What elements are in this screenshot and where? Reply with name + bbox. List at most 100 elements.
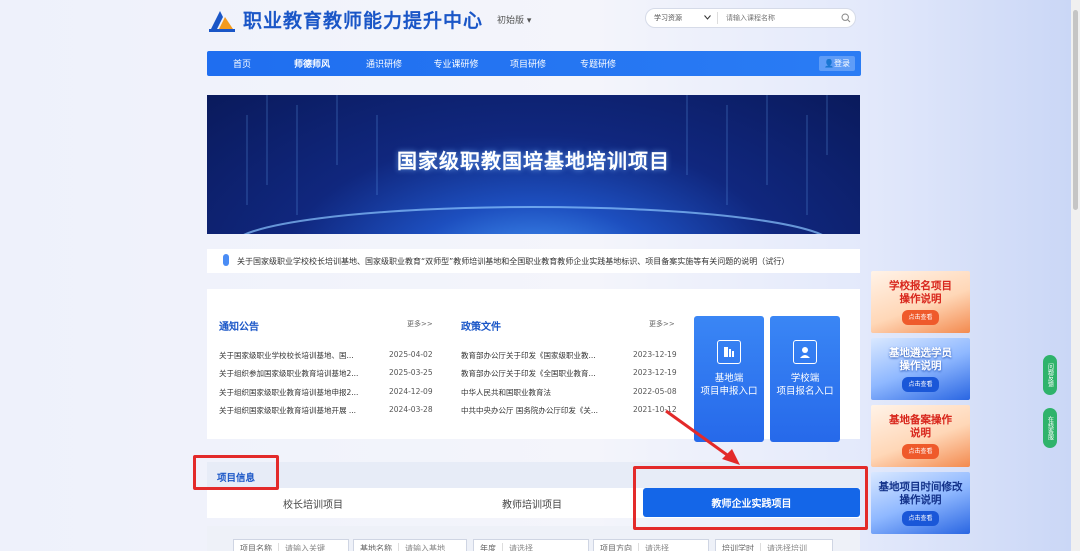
- entry-line2: 项目报名入口: [776, 386, 834, 397]
- base-name-filter[interactable]: 基地名称 请输入基地: [353, 539, 467, 551]
- promo-base-select-guide[interactable]: 基地遴选学员 操作说明 点击查看: [871, 338, 970, 400]
- login-label: 登录: [834, 59, 850, 68]
- promo-base-filing-guide[interactable]: 基地备案操作 说明 点击查看: [871, 405, 970, 467]
- user-icon: 👤: [824, 59, 834, 68]
- nav-item-special[interactable]: 专题研修: [565, 57, 631, 70]
- speaker-icon: [221, 253, 231, 269]
- notices-title: 通知公告: [219, 322, 259, 333]
- news-date: 2024-03-28: [389, 405, 433, 414]
- filter-label: 培训学时: [716, 542, 761, 551]
- list-item[interactable]: 关于组织国家级职业教育培训基地申报2... 2024-12-09: [219, 387, 433, 398]
- notice-bar[interactable]: 关于国家级职业学校校长培训基地、国家级职业教育“双师型”教师培训基地和全国职业教…: [207, 249, 860, 273]
- annotation-arrow: [665, 409, 740, 465]
- nav-item-project[interactable]: 项目研修: [491, 57, 565, 70]
- list-item[interactable]: 关于组织国家级职业教育培训基地开展 ... 2024-03-28: [219, 405, 433, 416]
- news-date: 2024-12-09: [389, 387, 433, 396]
- online-service-button[interactable]: 在线客服: [1043, 408, 1057, 448]
- entry-line2: 项目申报入口: [700, 386, 758, 397]
- news-title: 关于组织国家级职业教育培训基地开展 ...: [219, 406, 357, 415]
- list-item[interactable]: 关于国家级职业学校校长培训基地、国... 2025-04-02: [219, 350, 433, 361]
- news-date: 2025-03-25: [389, 368, 433, 377]
- direction-filter[interactable]: 项目方向 请选择: [593, 539, 709, 551]
- filter-value: 请输入基地: [405, 543, 445, 551]
- list-item[interactable]: 中共中央办公厅 国务院办公厅印发《关... 2021-10-12: [461, 405, 677, 416]
- news-date: 2022-05-08: [633, 387, 677, 396]
- list-item[interactable]: 教育部办公厅关于印发《国家级职业教... 2023-12-19: [461, 350, 677, 361]
- promo-time-modify-guide[interactable]: 基地项目时间修改 操作说明 点击查看: [871, 472, 970, 534]
- project-name-filter[interactable]: 项目名称 请输入关键: [233, 539, 349, 551]
- page: 职业教育教师能力提升中心 初始版 ▾ 学习资源 首页 师德师风 通识研修 专业课…: [0, 0, 1080, 551]
- nav-item-general[interactable]: 通识研修: [347, 57, 421, 70]
- hero-banner[interactable]: 国家级职教国培基地培训项目: [207, 95, 860, 234]
- notice-text: 关于国家级职业学校校长培训基地、国家级职业教育“双师型”教师培训基地和全国职业教…: [237, 256, 790, 266]
- promo-view-button[interactable]: 点击查看: [902, 376, 939, 392]
- search-type-label: 学习资源: [654, 14, 682, 22]
- promo-line2: 操作说明: [899, 359, 942, 372]
- site-logo[interactable]: 职业教育教师能力提升中心 初始版 ▾: [207, 6, 531, 33]
- feedback-label: 问题反馈: [1046, 363, 1054, 387]
- news-title: 关于组织国家级职业教育培训基地申报2...: [219, 388, 359, 397]
- nav-item-professional[interactable]: 专业课研修: [421, 57, 491, 70]
- school-signup-entry-button[interactable]: 学校端 项目报名入口: [770, 316, 840, 442]
- list-item[interactable]: 教育部办公厅关于印发《全国职业教育... 2023-12-19: [461, 368, 677, 379]
- login-button[interactable]: 👤登录: [819, 56, 855, 71]
- filter-value: 请选择: [645, 543, 669, 551]
- news-date: 2023-12-19: [633, 350, 677, 359]
- chevron-down-icon: [704, 14, 711, 22]
- promo-line2: 说明: [910, 426, 931, 439]
- filter-value: 请选择培训: [767, 543, 807, 551]
- news-title: 教育部办公厅关于印发《国家级职业教...: [461, 351, 596, 360]
- news-title: 中华人民共和国职业教育法: [461, 388, 551, 397]
- policy-more-link[interactable]: 更多>>: [649, 319, 675, 329]
- list-item[interactable]: 中华人民共和国职业教育法 2022-05-08: [461, 387, 677, 398]
- notices-more-link[interactable]: 更多>>: [407, 319, 433, 329]
- promo-school-signup-guide[interactable]: 学校报名项目 操作说明 点击查看: [871, 271, 970, 333]
- policy-title: 政策文件: [461, 322, 501, 333]
- search-icon[interactable]: [837, 13, 855, 23]
- promo-view-button[interactable]: 点击查看: [902, 510, 939, 526]
- entry-line1: 基地端: [714, 373, 744, 384]
- service-label: 在线客服: [1046, 416, 1054, 440]
- promo-line1: 基地遴选学员: [889, 346, 952, 359]
- promo-line2: 操作说明: [899, 292, 942, 305]
- filter-value: 请选择: [509, 543, 533, 551]
- year-filter[interactable]: 年度 请选择: [473, 539, 589, 551]
- search-bar: 学习资源: [645, 8, 856, 28]
- nav-item-ethics[interactable]: 师德师风: [277, 57, 347, 70]
- filter-label: 项目方向: [594, 542, 639, 551]
- news-title: 关于组织参加国家级职业教育培训基地2...: [219, 369, 359, 378]
- promo-view-button[interactable]: 点击查看: [902, 309, 939, 325]
- user-icon: [793, 340, 817, 364]
- feedback-button[interactable]: 问题反馈: [1043, 355, 1057, 395]
- list-item[interactable]: 关于组织参加国家级职业教育培训基地2... 2025-03-25: [219, 368, 433, 379]
- tab-principal-training[interactable]: 校长培训项目: [283, 496, 343, 511]
- news-title: 中共中央办公厅 国务院办公厅印发《关...: [461, 406, 599, 415]
- filter-label: 年度: [474, 542, 503, 551]
- annotation-box-project-info: [193, 455, 279, 490]
- news-date: 2023-12-19: [633, 368, 677, 377]
- filter-label: 项目名称: [234, 542, 279, 551]
- version-dropdown[interactable]: 初始版 ▾: [497, 13, 531, 26]
- tab-teacher-training[interactable]: 教师培训项目: [502, 496, 562, 511]
- news-date: 2025-04-02: [389, 350, 433, 359]
- promo-line1: 基地项目时间修改: [878, 480, 963, 493]
- filter-value: 请输入关键: [285, 543, 325, 551]
- page-scrollbar[interactable]: [1071, 0, 1080, 551]
- annotation-box-enterprise-tab: [633, 466, 868, 530]
- entry-line1: 学校端: [790, 373, 820, 384]
- search-type-select[interactable]: 学习资源: [646, 12, 718, 24]
- site-title: 职业教育教师能力提升中心: [243, 10, 484, 32]
- news-title: 关于国家级职业学校校长培训基地、国...: [219, 351, 354, 360]
- promo-line1: 基地备案操作: [889, 413, 952, 426]
- scrollbar-thumb[interactable]: [1073, 10, 1078, 210]
- hours-filter[interactable]: 培训学时 请选择培训: [715, 539, 833, 551]
- logo-icon: [207, 7, 237, 33]
- promo-view-button[interactable]: 点击查看: [902, 443, 939, 459]
- banner-title: 国家级职教国培基地培训项目: [397, 149, 670, 173]
- main-nav: 首页 师德师风 通识研修 专业课研修 项目研修 专题研修 👤登录: [207, 51, 861, 76]
- search-input[interactable]: [718, 14, 837, 22]
- document-icon: [717, 340, 741, 364]
- filter-label: 基地名称: [354, 542, 399, 551]
- nav-item-home[interactable]: 首页: [207, 57, 277, 70]
- news-title: 教育部办公厅关于印发《全国职业教育...: [461, 369, 596, 378]
